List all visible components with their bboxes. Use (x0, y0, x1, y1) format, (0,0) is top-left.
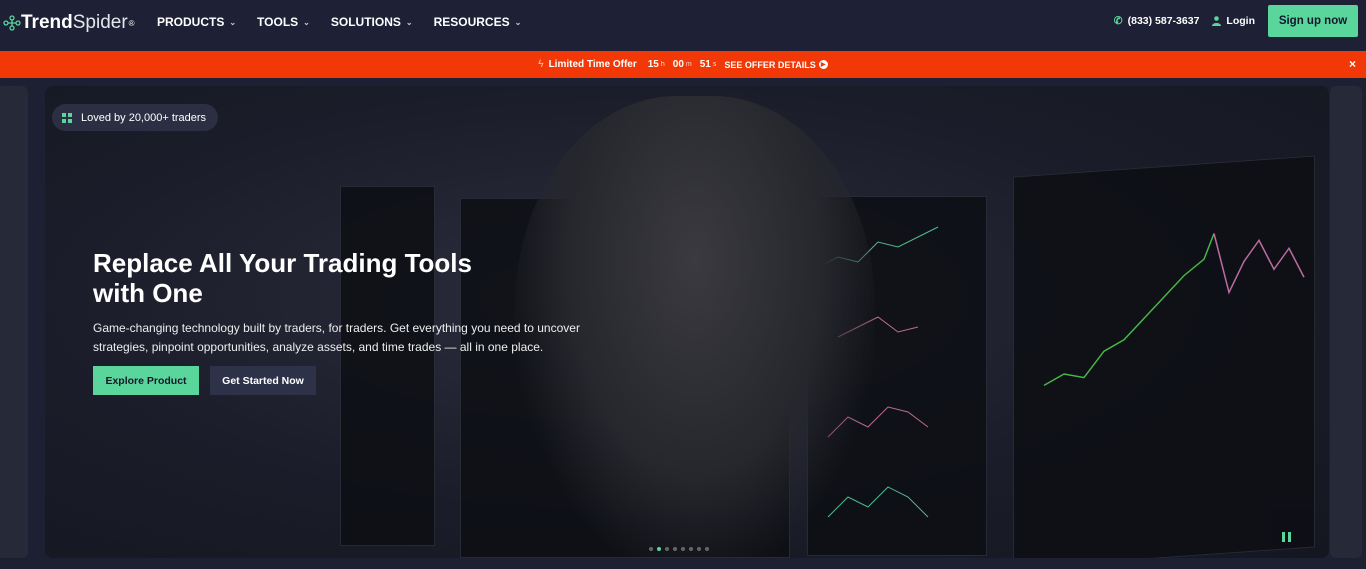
carousel-dot[interactable] (705, 547, 709, 551)
phone-link[interactable]: ✆ (833) 587-3637 (1114, 15, 1200, 27)
menu-label: TOOLS (257, 15, 299, 29)
login-link[interactable]: Login (1212, 15, 1255, 27)
countdown-hours: 15 (647, 59, 659, 70)
seconds-unit: s (712, 61, 717, 68)
main-menu: PRODUCTS ⌄ TOOLS ⌄ SOLUTIONS ⌄ RESOURCES ⌄ (157, 15, 521, 29)
nav-right: ✆ (833) 587-3637 Login Sign up now (1114, 5, 1358, 37)
close-offer-button[interactable]: × (1349, 57, 1356, 71)
explore-product-button[interactable]: Explore Product (93, 366, 199, 395)
menu-label: PRODUCTS (157, 15, 225, 29)
countdown-minutes: 00 (672, 59, 684, 70)
brand-light: Spider (72, 12, 128, 33)
phone-icon: ✆ (1113, 15, 1123, 27)
carousel-dot[interactable] (649, 547, 653, 551)
offer-details-link[interactable]: SEE OFFER DETAILS ▶ (724, 59, 828, 70)
top-nav: Trend Spider ® PRODUCTS ⌄ TOOLS ⌄ SOLUTIONS ⌄… (0, 0, 1366, 51)
offer-banner: ϟ Limited Time Offer 15 h 00 m 51 s SEE OFF… (0, 51, 1366, 78)
login-label: Login (1226, 15, 1255, 27)
menu-resources[interactable]: RESOURCES ⌄ (434, 15, 522, 29)
arrow-circle-icon: ▶ (818, 60, 828, 69)
prev-slide-peek (0, 86, 28, 558)
monitor-right (1013, 155, 1315, 558)
monitor-left (340, 186, 435, 546)
carousel-dot-active[interactable] (657, 547, 661, 551)
social-proof-badge: Loved by 20,000+ traders (52, 104, 219, 131)
hero-subtitle: Game-changing technology built by trader… (93, 321, 580, 354)
hours-unit: h (660, 61, 665, 68)
lightning-icon: ϟ (538, 59, 544, 70)
carousel-dot[interactable] (697, 547, 701, 551)
badge-label: Loved by 20,000+ traders (81, 111, 207, 124)
spider-logo-icon (3, 15, 21, 31)
carousel-dot[interactable] (665, 547, 669, 551)
offer-details-label: SEE OFFER DETAILS (724, 59, 816, 70)
carousel-dot[interactable] (689, 547, 693, 551)
menu-label: SOLUTIONS (330, 15, 401, 29)
menu-products[interactable]: PRODUCTS ⌄ (157, 15, 236, 29)
logo[interactable]: Trend Spider ® (3, 12, 135, 34)
carousel-dots (649, 547, 709, 551)
menu-tools[interactable]: TOOLS ⌄ (257, 15, 310, 29)
offer-label: Limited Time Offer (548, 59, 637, 70)
pause-icon[interactable] (1282, 532, 1291, 542)
grid-icon (62, 112, 72, 123)
carousel-dot[interactable] (673, 547, 677, 551)
brand-mark: ® (128, 18, 135, 28)
chevron-down-icon: ⌄ (405, 17, 413, 27)
menu-solutions[interactable]: SOLUTIONS ⌄ (331, 15, 413, 29)
countdown-seconds: 51 (699, 59, 711, 70)
brand-bold: Trend (21, 12, 73, 33)
get-started-button[interactable]: Get Started Now (210, 366, 316, 395)
minutes-unit: m (685, 61, 692, 68)
hero-slide: Loved by 20,000+ traders Replace All You… (45, 86, 1329, 558)
carousel-dot[interactable] (681, 547, 685, 551)
signup-button[interactable]: Sign up now (1268, 5, 1358, 37)
main-chart-graphics (1043, 233, 1305, 387)
menu-label: RESOURCES (433, 15, 510, 29)
chevron-down-icon: ⌄ (514, 17, 522, 27)
phone-number: (833) 587-3637 (1127, 15, 1200, 27)
chevron-down-icon: ⌄ (229, 17, 237, 27)
chevron-down-icon: ⌄ (303, 17, 310, 27)
user-icon (1212, 16, 1222, 26)
next-slide-peek (1330, 86, 1362, 558)
hero-title: Replace All Your Trading Tools with One (93, 248, 472, 308)
